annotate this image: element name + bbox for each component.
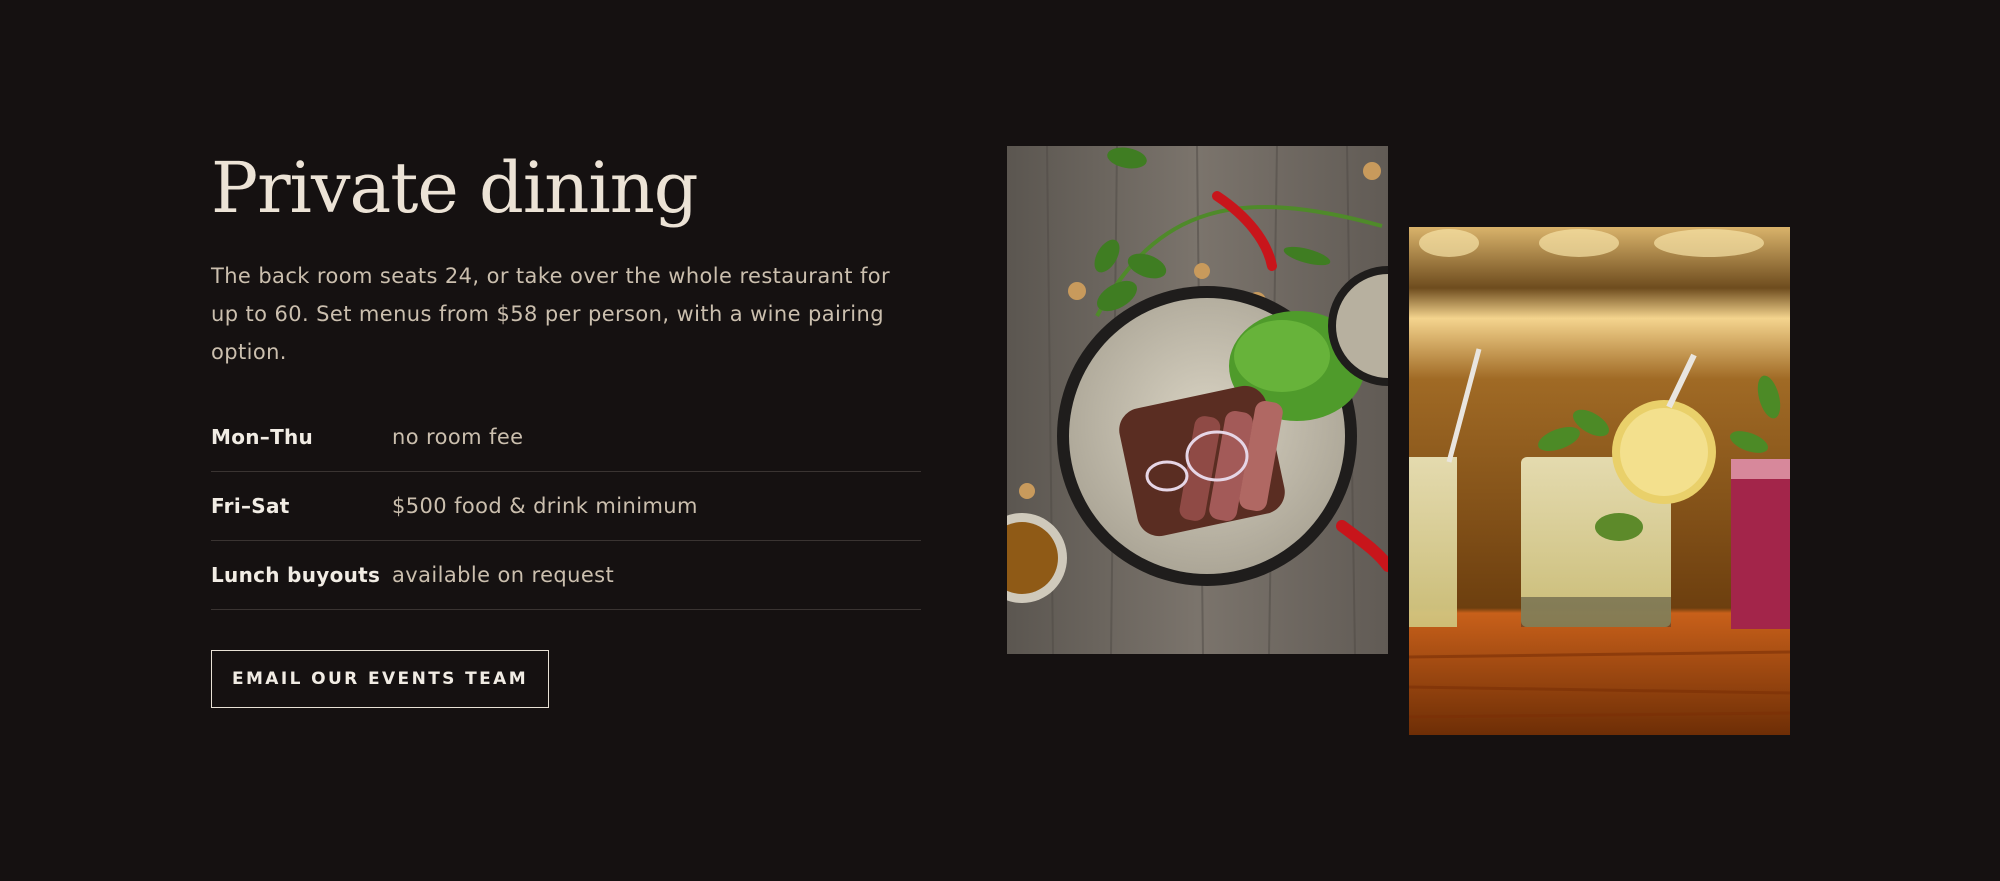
- rate-day-label: Mon–Thu: [211, 425, 314, 449]
- rate-value: no room fee: [392, 425, 524, 449]
- rate-row-fri-sat: Fri–Sat $500 food & drink minimum: [211, 472, 921, 541]
- rate-day-label: Fri–Sat: [211, 494, 290, 518]
- food-photo-illustration: [1007, 146, 1388, 654]
- food-photo: [1007, 146, 1388, 654]
- rate-row-mon-thu: Mon–Thu no room fee: [211, 403, 921, 472]
- drinks-photo: [1409, 227, 1790, 735]
- rates-list: Mon–Thu no room fee Fri–Sat $500 food & …: [211, 403, 921, 610]
- rate-day-label: Lunch buyouts: [211, 563, 381, 587]
- rate-value: available on request: [392, 563, 615, 587]
- section-title: Private dining: [211, 147, 699, 229]
- section-description: The back room seats 24, or take over the…: [211, 264, 891, 364]
- email-events-team-button[interactable]: EMAIL OUR EVENTS TEAM: [211, 650, 549, 708]
- rate-row-lunch-buyouts: Lunch buyouts available on request: [211, 541, 921, 610]
- private-dining-text-column: Private dining The back room seats 24, o…: [211, 150, 921, 708]
- rate-value: $500 food & drink minimum: [392, 494, 698, 518]
- drinks-photo-illustration: [1409, 227, 1790, 735]
